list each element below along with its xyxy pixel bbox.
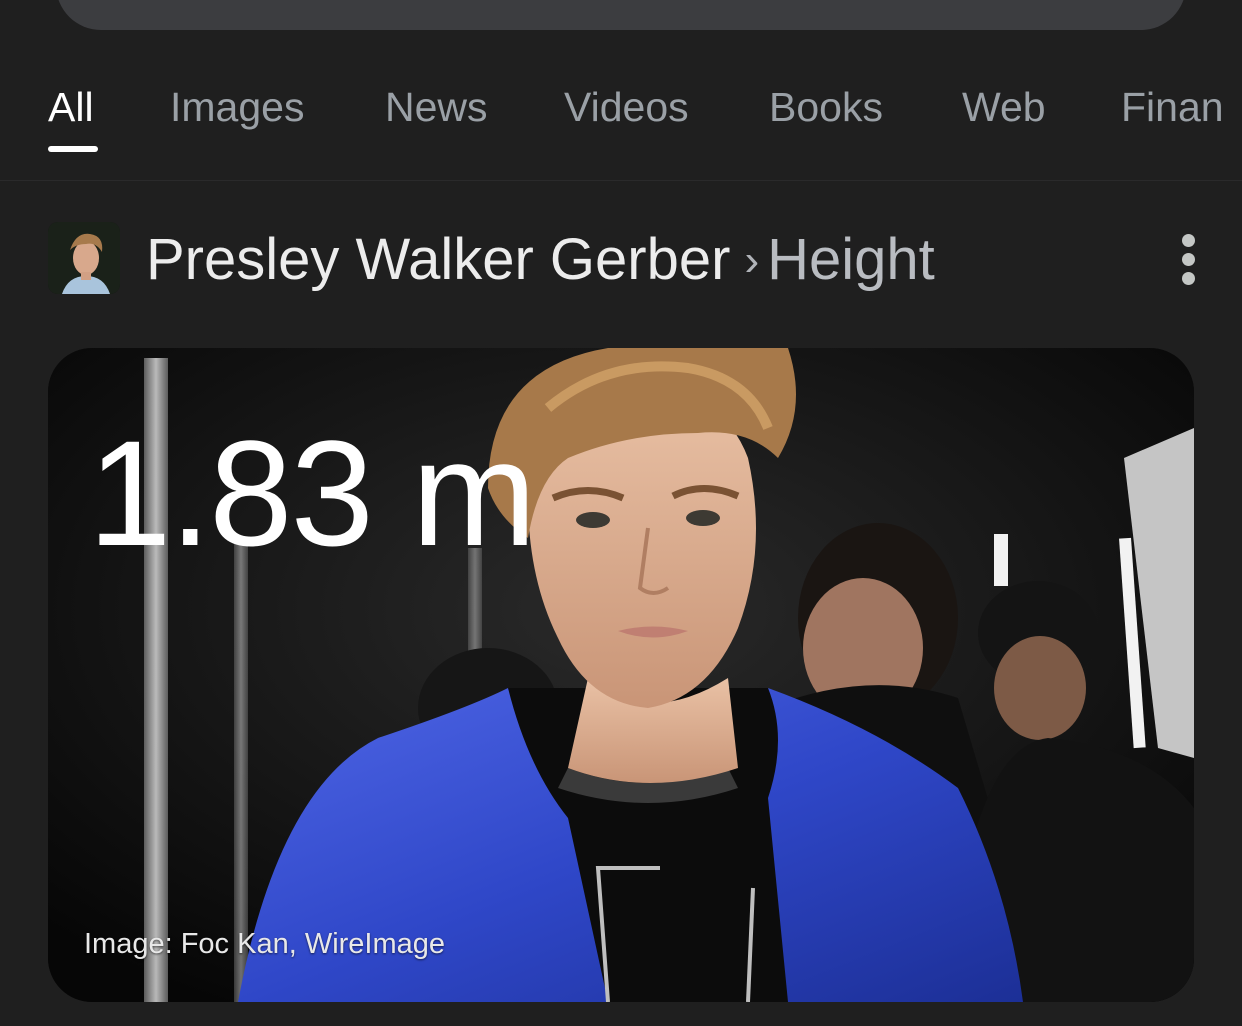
- tab-videos[interactable]: Videos: [564, 84, 689, 131]
- avatar[interactable]: [48, 222, 120, 294]
- tab-images[interactable]: Images: [170, 84, 304, 131]
- search-results-page: All Images News Videos Books Web Finan P…: [0, 0, 1242, 1026]
- breadcrumb-separator: ›: [744, 236, 760, 285]
- avatar-photo: [48, 222, 120, 294]
- search-bar[interactable]: [56, 0, 1186, 30]
- tab-books[interactable]: Books: [769, 84, 883, 131]
- more-vert-icon[interactable]: [1174, 232, 1204, 286]
- image-credit: Image: Foc Kan, WireImage: [84, 928, 446, 960]
- height-card[interactable]: 1.83 m Image: Foc Kan, WireImage: [48, 348, 1194, 1002]
- tab-web[interactable]: Web: [962, 84, 1046, 131]
- tab-news[interactable]: News: [385, 84, 488, 131]
- search-tabs: All Images News Videos Books Web Finan: [0, 70, 1242, 181]
- height-value: 1.83 m: [88, 409, 537, 577]
- result-title[interactable]: Presley Walker Gerber › Height: [146, 224, 935, 297]
- active-tab-indicator: [48, 146, 98, 152]
- result-header: Presley Walker Gerber › Height: [48, 220, 1208, 300]
- tab-all[interactable]: All: [48, 84, 94, 131]
- tab-finance[interactable]: Finan: [1121, 84, 1224, 131]
- entity-name[interactable]: Presley Walker Gerber: [146, 227, 730, 292]
- attribute-name: Height: [767, 227, 935, 292]
